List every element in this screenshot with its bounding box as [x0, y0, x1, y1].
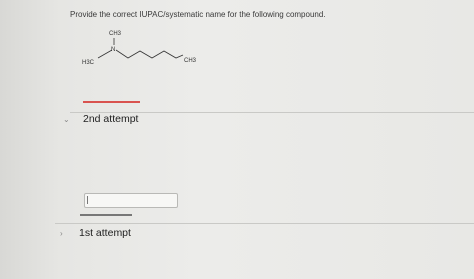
attempt-label: 2nd attempt: [83, 113, 139, 125]
chain-end-methyl-label: CH3: [184, 58, 197, 64]
attempt-label: 1st attempt: [79, 227, 131, 239]
question-prompt: Provide the correct IUPAC/systematic nam…: [70, 10, 326, 19]
answer-input[interactable]: [84, 193, 178, 208]
chevron-down-icon: ⌄: [63, 114, 70, 124]
attempt-underline: [83, 101, 140, 103]
attempt-toggle-1st[interactable]: › 1st attempt: [60, 227, 131, 239]
chevron-right-icon: ›: [60, 228, 63, 238]
chemical-structure: CH3 N H3C CH3: [82, 31, 197, 66]
input-underline: [80, 214, 132, 216]
nitrogen-label: N: [111, 47, 115, 53]
question-panel: Provide the correct IUPAC/systematic nam…: [0, 0, 474, 279]
left-methyl-label: H3C: [82, 60, 95, 66]
attempt-toggle-2nd[interactable]: ⌄ 2nd attempt: [63, 113, 138, 125]
text-cursor: [87, 196, 88, 204]
top-methyl-label: CH3: [109, 31, 122, 37]
section-divider-lower: [55, 223, 474, 224]
